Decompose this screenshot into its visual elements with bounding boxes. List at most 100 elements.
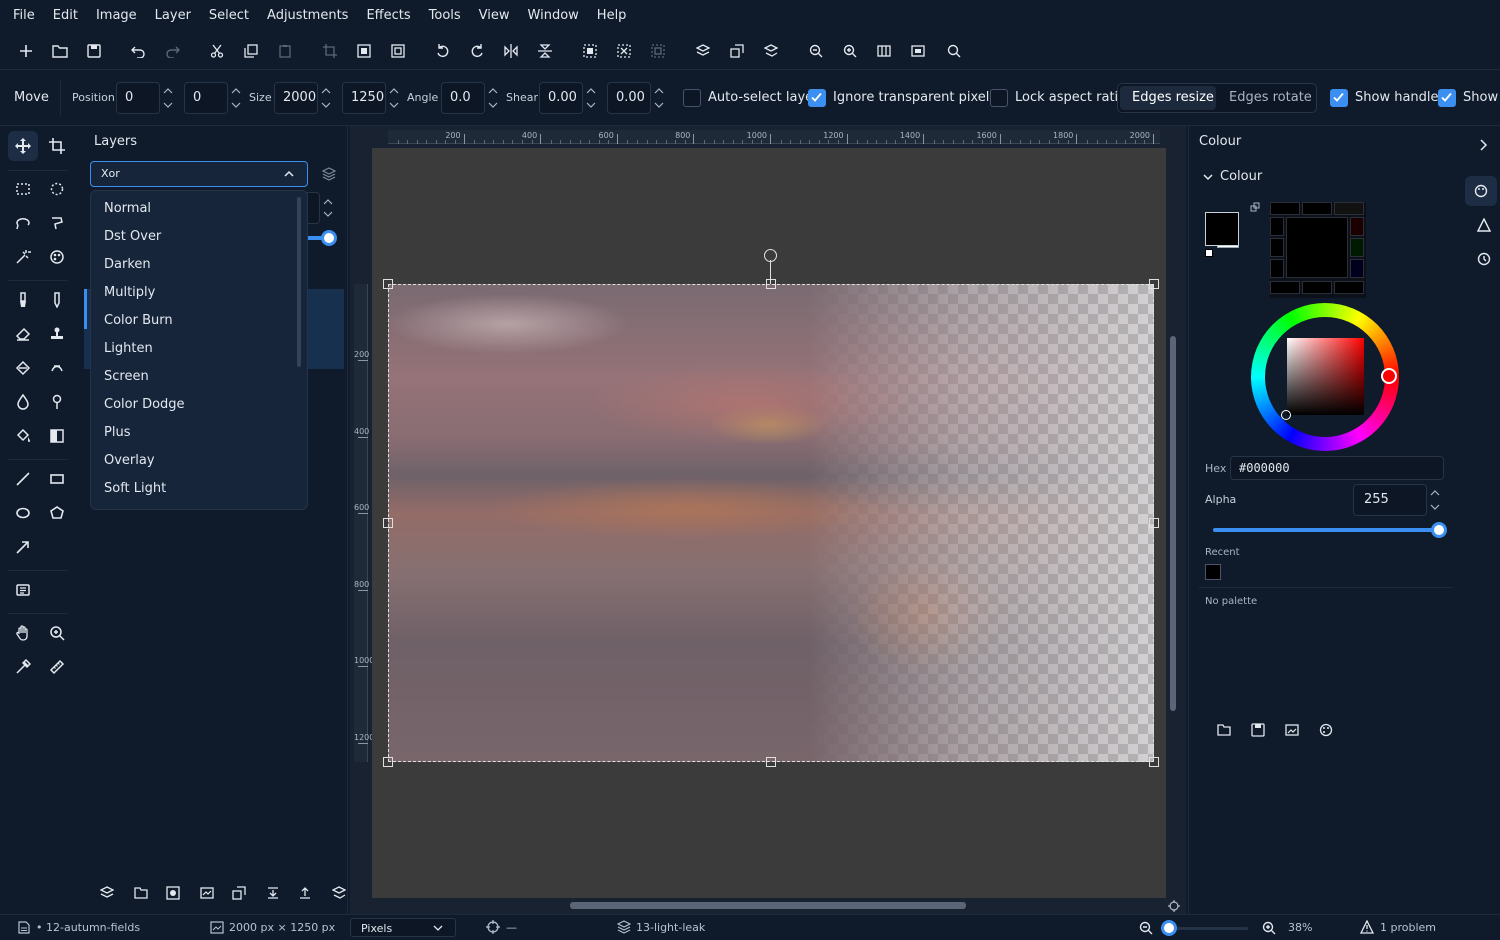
dropdown-scrollbar[interactable]	[297, 197, 301, 367]
palette-from-image-icon[interactable]	[1285, 723, 1299, 737]
magic-wand-icon[interactable]	[8, 242, 38, 272]
deselect-icon[interactable]	[614, 41, 634, 61]
smudge-icon[interactable]	[42, 353, 72, 383]
color-select-icon[interactable]	[42, 242, 72, 272]
height-stepper[interactable]	[388, 84, 400, 112]
actual-size-icon[interactable]	[908, 41, 928, 61]
select-all-icon[interactable]	[580, 41, 600, 61]
position-y-stepper[interactable]	[230, 84, 242, 112]
blend-option-color-burn[interactable]: Color Burn	[91, 307, 307, 335]
crop-tool-icon[interactable]	[42, 131, 72, 161]
rotate-handle[interactable]	[764, 249, 777, 262]
menu-edit[interactable]: Edit	[44, 0, 87, 32]
opacity-slider-handle[interactable]	[321, 230, 337, 246]
zoom-slider-track[interactable]	[1168, 927, 1248, 930]
duplicate-layer-icon[interactable]	[727, 41, 747, 61]
recenter-icon[interactable]	[1168, 900, 1180, 912]
dodge-icon[interactable]	[42, 387, 72, 417]
menu-tools[interactable]: Tools	[420, 0, 470, 32]
add-layer-icon[interactable]	[693, 41, 713, 61]
blur-icon[interactable]	[8, 387, 38, 417]
menu-help[interactable]: Help	[588, 0, 636, 32]
flip-vertical-icon[interactable]	[535, 41, 555, 61]
palette-tab-icon[interactable]	[1465, 176, 1497, 206]
polygon-tool-icon[interactable]	[42, 498, 72, 528]
add-layer-icon[interactable]	[100, 886, 116, 902]
shear-x-stepper[interactable]	[585, 84, 597, 112]
edges-resize-button[interactable]: Edges resize	[1132, 90, 1214, 105]
eyedropper-icon[interactable]	[8, 652, 38, 682]
blend-option-darken[interactable]: Darken	[91, 251, 307, 279]
clone-stamp-icon[interactable]	[42, 319, 72, 349]
menu-view[interactable]: View	[470, 0, 519, 32]
flip-horizontal-icon[interactable]	[501, 41, 521, 61]
handle-top-left[interactable]	[383, 279, 393, 289]
move-tool-icon[interactable]	[8, 131, 38, 161]
menu-window[interactable]: Window	[519, 0, 588, 32]
text-tool-icon[interactable]	[8, 575, 38, 605]
opacity-stepper[interactable]	[322, 196, 334, 220]
blend-mode-select[interactable]: Xor	[90, 161, 308, 187]
recent-color-swatch[interactable]	[1205, 564, 1221, 580]
pencil-icon[interactable]	[42, 285, 72, 315]
open-folder-icon[interactable]	[50, 41, 70, 61]
blend-option-soft-light[interactable]: Soft Light	[91, 475, 307, 503]
vertical-scrollbar[interactable]	[1170, 336, 1176, 711]
rotate-left-icon[interactable]	[433, 41, 453, 61]
fit-window-icon[interactable]	[874, 41, 894, 61]
brush-icon[interactable]	[8, 285, 38, 315]
warning-icon[interactable]	[1360, 920, 1374, 934]
swap-colors-icon[interactable]	[1250, 202, 1260, 212]
merge-down-icon[interactable]	[266, 886, 282, 902]
handle-right[interactable]	[1149, 518, 1159, 528]
hue-picker-handle[interactable]	[1381, 368, 1397, 384]
edges-rotate-button[interactable]: Edges rotate	[1229, 90, 1312, 105]
crop-icon[interactable]	[320, 41, 340, 61]
blend-option-screen[interactable]: Screen	[91, 363, 307, 391]
alpha-stepper[interactable]	[1429, 487, 1441, 513]
ignore-transparent-checkbox[interactable]	[808, 89, 826, 107]
lock-aspect-ratio-checkbox[interactable]	[990, 89, 1008, 107]
layer-mask-icon[interactable]	[166, 886, 182, 902]
menu-select[interactable]: Select	[200, 0, 258, 32]
alpha-slider-handle[interactable]	[1431, 522, 1447, 538]
menu-adjustments[interactable]: Adjustments	[258, 0, 357, 32]
shear-x-field[interactable]: 0.00	[539, 82, 583, 114]
height-field[interactable]: 1250	[342, 82, 386, 114]
arrow-tool-icon[interactable]	[8, 532, 38, 562]
width-field[interactable]: 2000	[274, 82, 318, 114]
handle-bottom-left[interactable]	[383, 757, 393, 767]
history-tab-icon[interactable]	[1477, 252, 1491, 266]
save-icon[interactable]	[84, 41, 104, 61]
blend-option-lighten[interactable]: Lighten	[91, 335, 307, 363]
search-icon[interactable]	[944, 41, 964, 61]
paste-icon[interactable]	[275, 41, 295, 61]
shear-y-stepper[interactable]	[653, 84, 665, 112]
save-palette-icon[interactable]	[1251, 723, 1265, 737]
zoom-out-icon[interactable]	[806, 41, 826, 61]
handle-top[interactable]	[766, 279, 776, 289]
open-palette-icon[interactable]	[1217, 723, 1231, 737]
reset-colors-icon[interactable]	[1205, 249, 1213, 257]
lasso-icon[interactable]	[8, 208, 38, 238]
rect-select-icon[interactable]	[8, 174, 38, 204]
undo-icon[interactable]	[128, 41, 148, 61]
menu-file[interactable]: File	[4, 0, 44, 32]
rectangle-tool-icon[interactable]	[42, 464, 72, 494]
sv-picker-handle[interactable]	[1281, 410, 1291, 420]
delete-layer-icon[interactable]	[332, 886, 348, 902]
layer-group-icon[interactable]	[134, 886, 150, 902]
redo-icon[interactable]	[163, 41, 183, 61]
angle-stepper[interactable]	[487, 84, 499, 112]
blend-option-dst-over[interactable]: Dst Over	[91, 223, 307, 251]
width-stepper[interactable]	[320, 84, 332, 112]
handle-top-right[interactable]	[1149, 279, 1159, 289]
menu-effects[interactable]: Effects	[357, 0, 419, 32]
shear-y-field[interactable]: 0.00	[607, 82, 651, 114]
auto-select-layer-checkbox[interactable]	[683, 89, 701, 107]
saturation-value-square[interactable]	[1287, 338, 1364, 415]
handle-bottom-right[interactable]	[1149, 757, 1159, 767]
delete-layer-icon[interactable]	[761, 41, 781, 61]
alpha-input[interactable]: 255	[1353, 484, 1427, 516]
canvas-size-icon[interactable]	[388, 41, 408, 61]
